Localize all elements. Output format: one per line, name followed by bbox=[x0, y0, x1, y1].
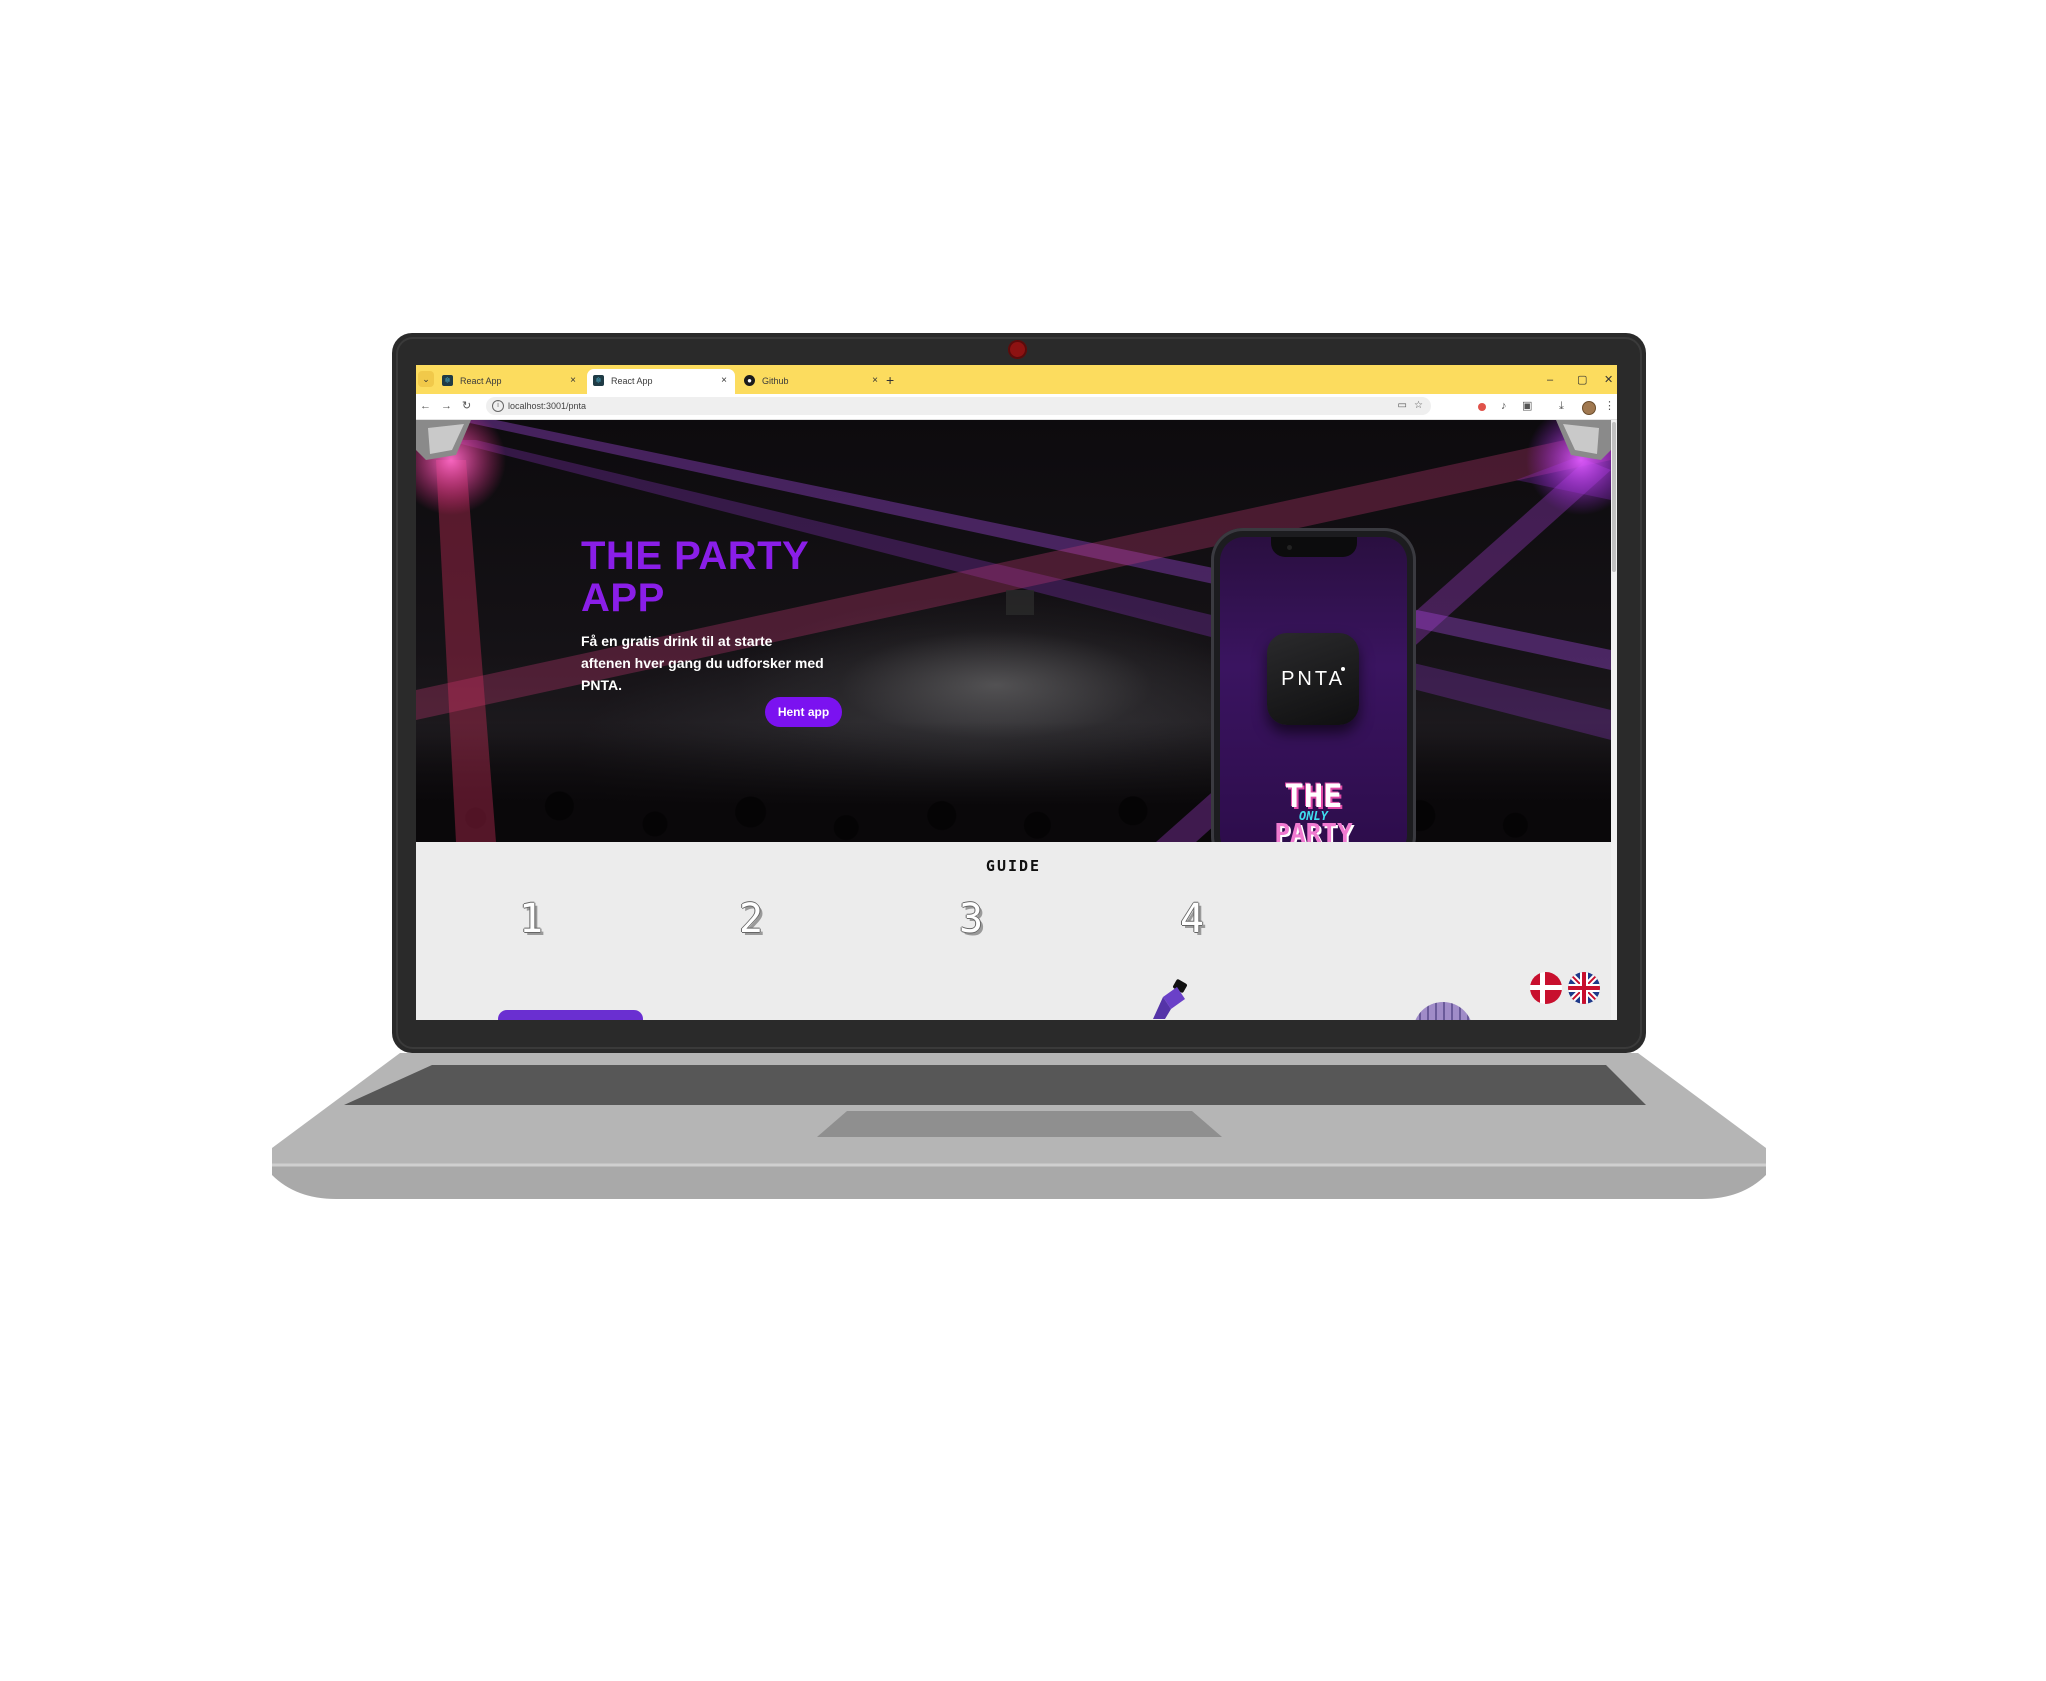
site-info-icon[interactable]: i bbox=[492, 400, 504, 412]
download-icon[interactable]: ⤓ bbox=[1559, 398, 1564, 415]
reload-icon[interactable]: ↻ bbox=[462, 397, 471, 415]
minimize-icon[interactable]: – bbox=[1547, 369, 1553, 391]
new-tab-button[interactable]: + bbox=[886, 369, 894, 391]
promo-text-party: PARTY bbox=[1274, 819, 1353, 842]
address-bar[interactable]: i localhost:3001/pnta ▭ ☆ bbox=[486, 397, 1431, 415]
react-icon: ⚛ bbox=[442, 375, 453, 386]
hero-title: THE PARTY APP bbox=[581, 534, 809, 620]
uk-flag-icon[interactable] bbox=[1568, 972, 1600, 1004]
menu-kebab-icon[interactable]: ⋮ bbox=[1604, 398, 1615, 415]
microphone-icon[interactable]: ♪ bbox=[1501, 398, 1507, 415]
tab-react-app-2[interactable]: ⚛ React App × bbox=[587, 369, 735, 394]
profile-avatar[interactable] bbox=[1582, 401, 1596, 415]
app-icon-label: PNTA bbox=[1281, 668, 1345, 690]
webcam-icon bbox=[1008, 340, 1027, 359]
close-window-icon[interactable]: ✕ bbox=[1604, 369, 1613, 391]
react-icon: ⚛ bbox=[593, 375, 604, 386]
bottle-icon bbox=[1153, 979, 1187, 1019]
tab-title: React App bbox=[611, 376, 653, 386]
restore-icon[interactable]: ▢ bbox=[1577, 369, 1587, 391]
promo-text-the: THE bbox=[1284, 777, 1343, 815]
page-viewport: THE PARTY APP Få en gratis drink til at … bbox=[416, 420, 1617, 1020]
disco-ball-icon bbox=[1413, 1002, 1473, 1020]
url-text: localhost:3001/pnta bbox=[508, 401, 587, 411]
scrollbar-thumb[interactable] bbox=[1612, 422, 1616, 572]
back-icon[interactable]: ← bbox=[420, 397, 431, 415]
get-app-button[interactable]: Hent app bbox=[765, 697, 842, 727]
bookmark-star-icon[interactable]: ☆ bbox=[1414, 398, 1423, 414]
close-tab-icon[interactable]: × bbox=[872, 369, 878, 393]
guide-title: GUIDE bbox=[985, 857, 1042, 875]
pnta-app-icon: PNTA bbox=[1267, 633, 1359, 725]
github-icon: ● bbox=[744, 375, 755, 386]
browser-toolbar: ← → ↻ i localhost:3001/pnta ▭ ☆ ♪ ▣ ⤓ ⋮ bbox=[416, 394, 1617, 420]
phone-notch bbox=[1270, 537, 1357, 557]
tab-github[interactable]: ● Github × bbox=[738, 369, 886, 394]
extensions-puzzle-icon[interactable]: ▣ bbox=[1522, 398, 1532, 415]
danish-flag-icon[interactable] bbox=[1530, 972, 1562, 1004]
tab-title: React App bbox=[460, 376, 502, 386]
browser-tab-bar: ⌄ ⚛ React App × ⚛ React App × ● Github ×… bbox=[416, 365, 1617, 394]
step-number-4: 4 bbox=[1179, 896, 1205, 942]
tab-react-app-1[interactable]: ⚛ React App × bbox=[436, 369, 584, 394]
close-tab-icon[interactable]: × bbox=[570, 369, 576, 393]
tab-title: Github bbox=[762, 376, 789, 386]
screen: ⌄ ⚛ React App × ⚛ React App × ● Github ×… bbox=[416, 365, 1617, 1020]
step-number-1: 1 bbox=[518, 896, 544, 942]
app-icon-dot bbox=[1341, 667, 1345, 671]
extension-record-icon[interactable] bbox=[1478, 403, 1486, 411]
phone-screen: PNTA THE ONLY PARTY bbox=[1220, 537, 1407, 842]
hero-section: THE PARTY APP Få en gratis drink til at … bbox=[416, 420, 1611, 842]
forward-icon[interactable]: → bbox=[441, 397, 452, 415]
tab-search-button[interactable]: ⌄ bbox=[418, 371, 434, 387]
close-tab-icon[interactable]: × bbox=[721, 369, 727, 393]
step-number-2: 2 bbox=[738, 896, 764, 942]
laptop-base bbox=[272, 1053, 1766, 1199]
cast-icon[interactable]: ▭ bbox=[1398, 398, 1407, 414]
page-scrollbar[interactable] bbox=[1611, 420, 1617, 1020]
guide-section: GUIDE 1 2 3 4 bbox=[416, 842, 1611, 1020]
phone-mockup: PNTA THE ONLY PARTY bbox=[1211, 528, 1416, 842]
step-1-button[interactable] bbox=[498, 1010, 643, 1020]
hero-description: Få en gratis drink til at starte aftenen… bbox=[581, 633, 824, 693]
step-number-3: 3 bbox=[958, 896, 984, 942]
